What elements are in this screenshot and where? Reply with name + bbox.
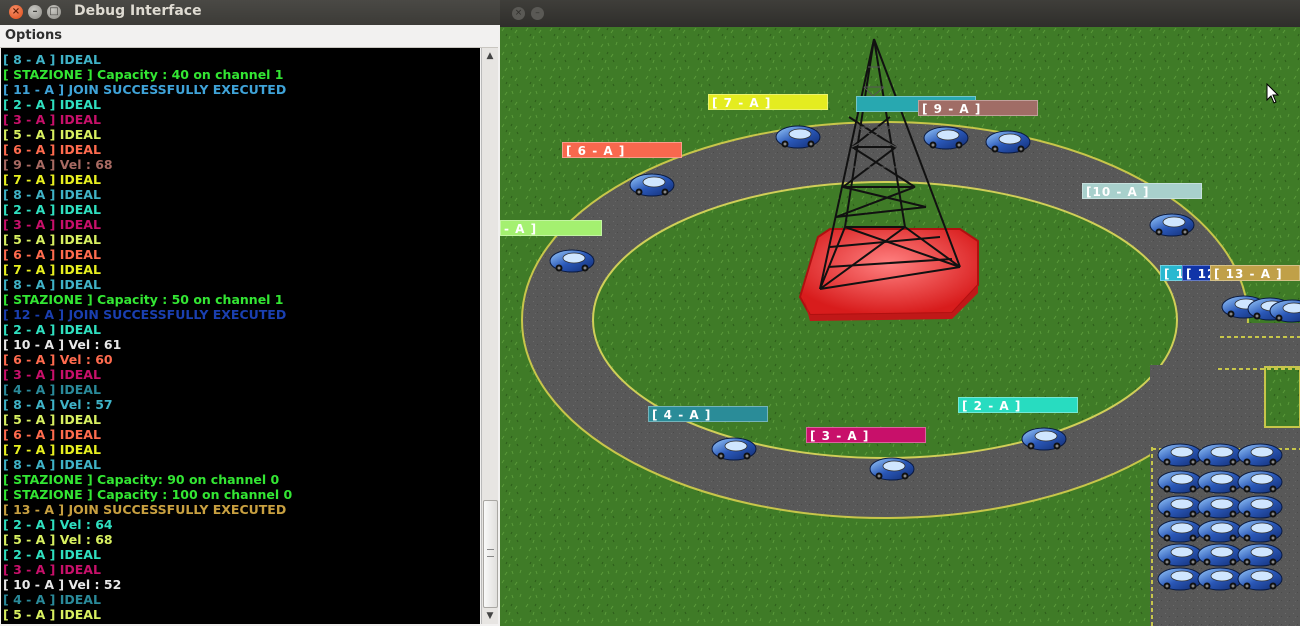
log-line: [ STAZIONE ] Capacity: 90 on channel 0 <box>3 472 280 487</box>
log-line: [ 3 - A ] IDEAL <box>3 112 101 127</box>
car-tag-6: [ 6 - A ] <box>562 142 682 158</box>
car-tag-11: [ 1 <box>1160 265 1184 281</box>
log-line: [ 8 - A ] IDEAL <box>3 457 101 472</box>
car-icon[interactable] <box>869 457 915 481</box>
car-tag-7: [ 7 - A ] <box>708 94 828 110</box>
log-line: [ 2 - A ] IDEAL <box>3 97 101 112</box>
log-line: [ 6 - A ] IDEAL <box>3 247 101 262</box>
debug-titlebar: × – □ Debug Interface <box>0 0 500 25</box>
log-line: [ 2 - A ] IDEAL <box>3 322 101 337</box>
scroll-down-arrow-icon[interactable]: ▼ <box>482 608 498 624</box>
log-line: [ 8 - A ] Vel : 57 <box>3 397 113 412</box>
car-icon[interactable] <box>1021 427 1067 451</box>
car-tag-9: [ 9 - A ] <box>918 100 1038 116</box>
car-icon[interactable] <box>711 437 757 461</box>
car-icon[interactable] <box>985 130 1031 154</box>
window-minimize-button[interactable]: – <box>28 5 42 19</box>
car-tag-2: [ 2 - A ] <box>958 397 1078 413</box>
window-close-button[interactable]: × <box>9 5 23 19</box>
log-line: [ 6 - A ] Vel : 60 <box>3 352 113 367</box>
log-line: [ STAZIONE ] Capacity : 100 on channel 0 <box>3 487 293 502</box>
log-line: [ 7 - A ] IDEAL <box>3 442 101 457</box>
log-line: [ 5 - A ] Vel : 68 <box>3 532 113 547</box>
simulation-canvas[interactable]: [ 7 - A ] [ 9 - A ] [ 6 - A ] [10 - A ] … <box>500 27 1300 626</box>
car-icon[interactable] <box>629 173 675 197</box>
log-line: [ 11 - A ] JOIN SUCCESSFULLY EXECUTED <box>3 82 287 97</box>
log-line: [ 12 - A ] JOIN SUCCESSFULLY EXECUTED <box>3 307 287 322</box>
scene-svg <box>500 27 1300 626</box>
log-line: [ 6 - A ] IDEAL <box>3 142 101 157</box>
log-line: [ 6 - A ] IDEAL <box>3 427 101 442</box>
log-line: [ 8 - A ] IDEAL <box>3 187 101 202</box>
debug-console[interactable]: [ 8 - A ] IDEAL[ STAZIONE ] Capacity : 4… <box>1 48 480 624</box>
log-line: [ 10 - A ] Vel : 52 <box>3 577 122 592</box>
car-tag-12: [ 12 <box>1182 265 1215 281</box>
car-tag-13: [ 13 - A ] <box>1210 265 1300 281</box>
log-line: [ 3 - A ] IDEAL <box>3 367 101 382</box>
scroll-grip-icon <box>487 549 494 557</box>
car-icon[interactable] <box>549 249 595 273</box>
log-line: [ 7 - A ] IDEAL <box>3 172 101 187</box>
car-tag-3: [ 3 - A ] <box>806 427 926 443</box>
log-line: [ 5 - A ] IDEAL <box>3 232 101 247</box>
log-line: [ 2 - A ] IDEAL <box>3 547 101 562</box>
log-line: [ 8 - A ] IDEAL <box>3 277 101 292</box>
log-line: [ 5 - A ] IDEAL <box>3 127 101 142</box>
parked-cars <box>1157 443 1283 591</box>
log-line: [ 13 - A ] JOIN SUCCESSFULLY EXECUTED <box>3 502 287 517</box>
scroll-up-arrow-icon[interactable]: ▲ <box>482 48 498 64</box>
log-line: [ 4 - A ] IDEAL <box>3 382 101 397</box>
menubar: Options <box>0 25 498 48</box>
log-line: [ STAZIONE ] Capacity : 50 on channel 1 <box>3 292 284 307</box>
menu-options[interactable]: Options <box>5 28 62 43</box>
exit-road <box>1232 323 1300 367</box>
car-tag-partial: - A ] <box>500 220 602 236</box>
log-line: [ 4 - A ] IDEAL <box>3 592 101 607</box>
simulation-window: × – [7 - A] [9 - A] [6 - A] [10 - … <box>500 0 1300 626</box>
car-icon[interactable] <box>775 125 821 149</box>
debug-window: × – □ Debug Interface Options [ 8 - A ] … <box>0 0 500 626</box>
car-icon[interactable] <box>923 126 969 150</box>
log-line: [ 9 - A ] Vel : 68 <box>3 157 113 172</box>
log-line: [ STAZIONE ] Capacity : 40 on channel 1 <box>3 67 284 82</box>
log-line: [ 3 - A ] IDEAL <box>3 562 101 577</box>
sim-minimize-button[interactable]: – <box>531 7 544 20</box>
window-title: Debug Interface <box>74 3 202 19</box>
mouse-pointer-icon <box>1266 83 1280 104</box>
parking-grass <box>1264 366 1300 428</box>
log-line: [ 8 - A ] IDEAL <box>3 52 101 67</box>
scroll-thumb[interactable] <box>483 500 498 608</box>
log-line: [ 5 - A ] IDEAL <box>3 607 101 622</box>
simulation-titlebar: × – <box>500 0 1300 27</box>
car-icon[interactable] <box>1149 213 1195 237</box>
sim-close-button[interactable]: × <box>512 7 525 20</box>
window-maximize-button[interactable]: □ <box>47 5 61 19</box>
log-line: [ 2 - A ] IDEAL <box>3 202 101 217</box>
log-line: [ 10 - A ] Vel : 61 <box>3 337 122 352</box>
car-tag-10: [10 - A ] <box>1082 183 1202 199</box>
log-line: [ 7 - A ] IDEAL <box>3 262 101 277</box>
car-tag-4: [ 4 - A ] <box>648 406 768 422</box>
console-scrollbar[interactable]: ▲ ▼ <box>481 48 498 624</box>
log-line: [ 5 - A ] IDEAL <box>3 412 101 427</box>
log-line: [ 3 - A ] IDEAL <box>3 217 101 232</box>
log-line: [ 2 - A ] Vel : 64 <box>3 517 113 532</box>
